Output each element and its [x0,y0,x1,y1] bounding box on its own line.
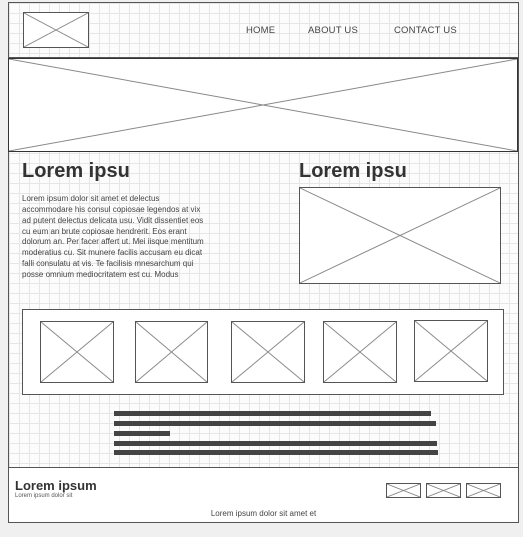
body-paragraph: Lorem ipsum dolor sit amet et delectus a… [22,194,204,279]
text-line-placeholder [114,421,436,426]
gallery-image-placeholder[interactable] [231,321,305,383]
text-line-placeholder [114,431,170,436]
hero-banner-image-placeholder [8,58,518,152]
social-icon-placeholder[interactable] [386,483,421,498]
footer-caption: Lorem ipsum dolor sit amet et [210,509,317,518]
gallery-image-placeholder[interactable] [414,320,488,382]
footer-title: Lorem ipsum [15,478,97,493]
right-heading: Lorem ipsu [299,160,407,182]
social-icon-placeholder[interactable] [466,483,501,498]
text-line-placeholder [114,411,431,416]
text-line-placeholder [114,441,437,446]
gallery-image-placeholder[interactable] [323,321,397,383]
social-icon-placeholder[interactable] [426,483,461,498]
gallery-image-placeholder[interactable] [135,321,208,383]
nav-about-us-link[interactable]: ABOUT US [308,25,358,36]
text-line-placeholder [114,450,438,455]
footer-subtitle: Lorem ipsum dolor sit [15,493,73,499]
nav-contact-us-link[interactable]: CONTACT US [394,25,457,36]
content-image-placeholder [299,187,501,284]
left-heading: Lorem ipsu [22,160,130,182]
nav-home-link[interactable]: HOME [246,25,275,36]
gallery-image-placeholder[interactable] [40,321,114,383]
logo-image-placeholder[interactable] [23,12,89,48]
